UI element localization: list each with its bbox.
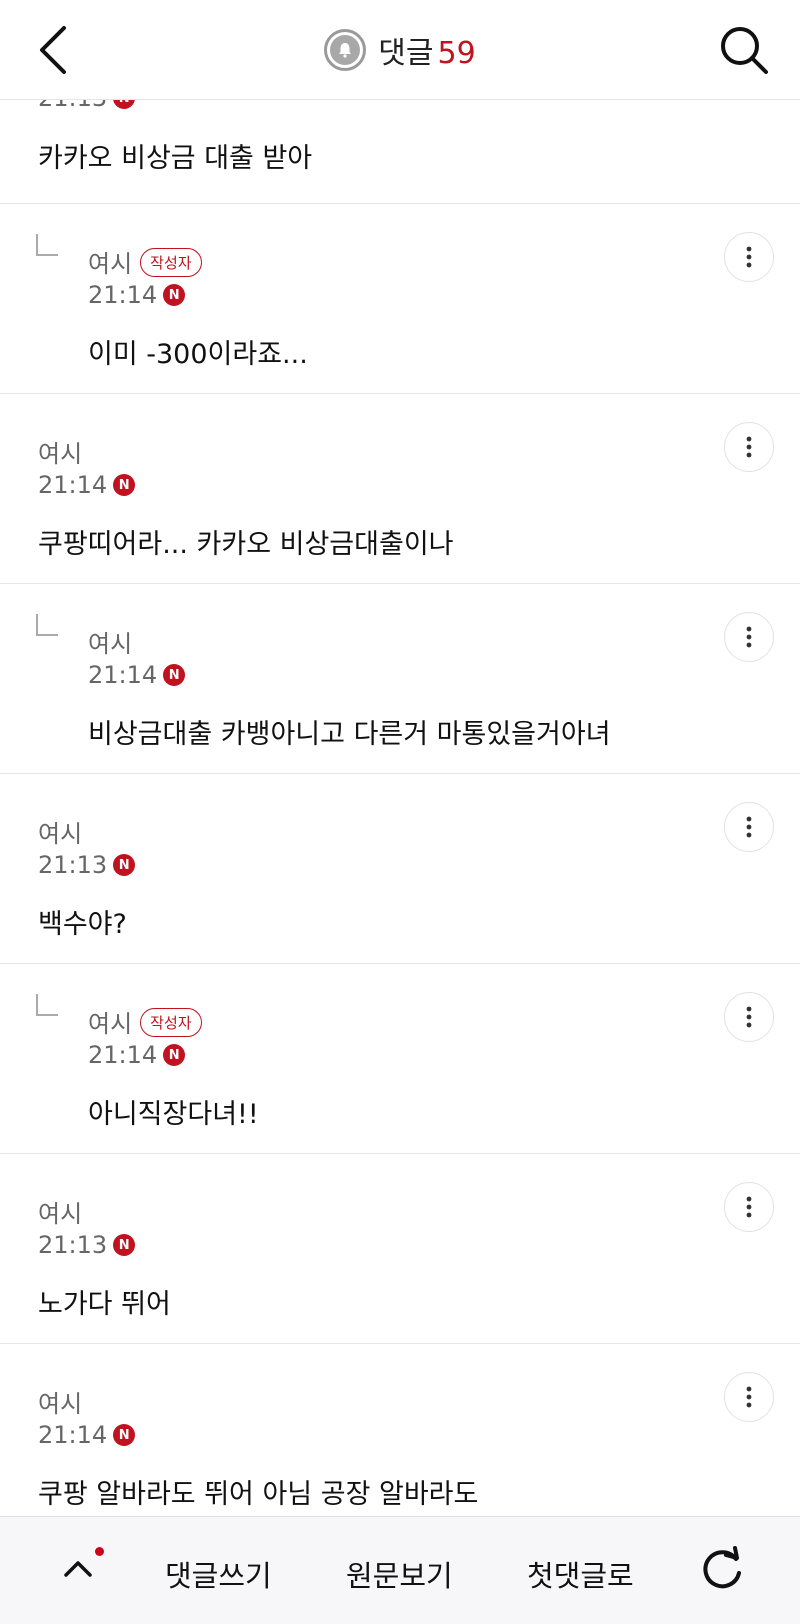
comment-more-button[interactable] bbox=[724, 1372, 774, 1422]
comment-body: 이미 -300이라죠... bbox=[88, 339, 308, 370]
time-text: 21:13 bbox=[38, 851, 108, 879]
more-vertical-icon bbox=[746, 436, 752, 458]
comment-item: 여시 21:13 N 백수야? bbox=[0, 774, 800, 964]
scroll-top-button[interactable] bbox=[60, 1551, 96, 1591]
time-text: 21:14 bbox=[88, 1041, 158, 1069]
comment-item: 여시 21:13 N 노가다 뛰어 bbox=[0, 1154, 800, 1344]
comment-more-button[interactable] bbox=[724, 422, 774, 472]
comment-more-button[interactable] bbox=[724, 802, 774, 852]
reply-indicator-icon bbox=[36, 614, 58, 636]
view-original-button[interactable]: 원문보기 bbox=[346, 1553, 453, 1595]
author-name[interactable]: 여시 bbox=[38, 820, 82, 848]
comment-body: 아니직장다녀!! bbox=[88, 1099, 259, 1130]
first-comment-button[interactable]: 첫댓글로 bbox=[527, 1553, 634, 1595]
author-name[interactable]: 여시 bbox=[38, 1390, 82, 1418]
more-vertical-icon bbox=[746, 246, 752, 268]
page-title: 댓글 bbox=[378, 36, 434, 71]
comment-item-partial: 21:13 N 카카오 비상금 대출 받아 bbox=[0, 84, 800, 204]
author-name[interactable]: 여시 bbox=[38, 1200, 82, 1228]
comment-time: 21:14 N bbox=[88, 1041, 186, 1069]
comment-author[interactable]: 여시 bbox=[38, 1194, 82, 1229]
more-vertical-icon bbox=[746, 626, 752, 648]
comment-more-button[interactable] bbox=[724, 612, 774, 662]
comment-time: 21:14 N bbox=[38, 471, 136, 499]
more-vertical-icon bbox=[746, 1196, 752, 1218]
time-text: 21:14 bbox=[88, 661, 158, 689]
new-badge: N bbox=[163, 1044, 186, 1066]
comment-item: 여시 21:14 N 쿠팡 알바라도 뛰어 아님 공장 알바라도 bbox=[0, 1344, 800, 1534]
comment-item: 여시 21:14 N 비상금대출 카뱅아니고 다른거 마통있을거아녀 bbox=[0, 584, 800, 774]
author-name[interactable]: 여시 bbox=[38, 440, 82, 468]
comment-more-button[interactable] bbox=[724, 232, 774, 282]
top-header: 댓글 59 bbox=[0, 0, 800, 100]
comment-author[interactable]: 여시 bbox=[38, 814, 82, 849]
comment-time: 21:13 N bbox=[38, 851, 136, 879]
new-badge: N bbox=[163, 664, 186, 686]
write-comment-button[interactable]: 댓글쓰기 bbox=[165, 1553, 272, 1595]
chevron-up-icon bbox=[64, 1561, 92, 1577]
comment-author[interactable]: 여시 bbox=[88, 624, 132, 659]
comment-body: 노가다 뛰어 bbox=[38, 1289, 171, 1320]
comment-more-button[interactable] bbox=[724, 1182, 774, 1232]
comment-body: 비상금대출 카뱅아니고 다른거 마통있을거아녀 bbox=[88, 719, 611, 750]
comment-body: 카카오 비상금 대출 받아 bbox=[38, 143, 313, 174]
time-text: 21:14 bbox=[38, 471, 108, 499]
comment-time: 21:14 N bbox=[88, 281, 186, 309]
search-button[interactable] bbox=[716, 22, 772, 78]
reply-indicator-icon bbox=[36, 234, 58, 256]
time-text: 21:14 bbox=[88, 281, 158, 309]
comment-body: 쿠팡 알바라도 뛰어 아님 공장 알바라도 bbox=[38, 1479, 479, 1510]
refresh-icon bbox=[703, 1546, 741, 1589]
bottom-action-bar: 댓글쓰기 원문보기 첫댓글로 bbox=[0, 1516, 800, 1624]
new-badge: N bbox=[113, 474, 136, 496]
comment-author[interactable]: 여시 작성자 bbox=[88, 1004, 202, 1040]
writer-badge: 작성자 bbox=[140, 1007, 202, 1037]
new-badge: N bbox=[113, 1424, 136, 1446]
writer-badge: 작성자 bbox=[140, 247, 202, 277]
comment-time: 21:14 N bbox=[38, 1421, 136, 1449]
author-name[interactable]: 여시 bbox=[88, 630, 132, 658]
author-name[interactable]: 여시 bbox=[88, 1010, 132, 1038]
comment-time: 21:13 N bbox=[38, 1231, 136, 1259]
bell-icon[interactable] bbox=[324, 29, 367, 71]
comment-count: 59 bbox=[437, 36, 476, 71]
reply-indicator-icon bbox=[36, 994, 58, 1016]
header-title: 댓글 59 bbox=[0, 28, 800, 72]
comment-author[interactable]: 여시 bbox=[38, 434, 82, 469]
more-vertical-icon bbox=[746, 1006, 752, 1028]
more-vertical-icon bbox=[746, 1386, 752, 1408]
comment-item: 여시 작성자 21:14 N 아니직장다녀!! bbox=[0, 964, 800, 1154]
refresh-button[interactable] bbox=[696, 1543, 748, 1599]
time-text: 21:14 bbox=[38, 1421, 108, 1449]
time-text: 21:13 bbox=[38, 1231, 108, 1259]
comment-more-button[interactable] bbox=[724, 992, 774, 1042]
notification-dot bbox=[95, 1547, 104, 1556]
author-name[interactable]: 여시 bbox=[88, 250, 132, 278]
comment-item: 여시 작성자 21:14 N 이미 -300이라죠... bbox=[0, 204, 800, 394]
comment-body: 쿠팡띠어라... 카카오 비상금대출이나 bbox=[38, 529, 454, 560]
more-vertical-icon bbox=[746, 816, 752, 838]
new-badge: N bbox=[113, 1234, 136, 1256]
comment-author[interactable]: 여시 작성자 bbox=[88, 244, 202, 280]
comment-author[interactable]: 여시 bbox=[38, 1384, 82, 1419]
new-badge: N bbox=[163, 284, 186, 306]
search-icon bbox=[721, 27, 768, 74]
comment-time: 21:14 N bbox=[88, 661, 186, 689]
comment-body: 백수야? bbox=[38, 909, 127, 940]
comment-item: 여시 21:14 N 쿠팡띠어라... 카카오 비상금대출이나 bbox=[0, 394, 800, 584]
new-badge: N bbox=[113, 854, 136, 876]
